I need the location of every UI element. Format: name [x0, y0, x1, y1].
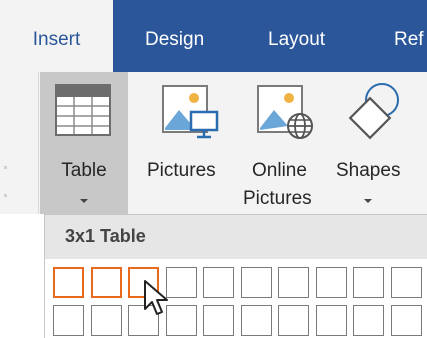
insert-table-dropdown: 3x1 Table	[44, 214, 427, 338]
shapes-icon	[348, 83, 399, 140]
faint-mark	[4, 194, 7, 197]
table-icon	[55, 84, 111, 136]
pictures-icon	[162, 85, 219, 139]
ribbon-panel: Table Pictures Online Pictures Shapes	[0, 72, 427, 214]
shapes-button[interactable]: Shapes	[336, 72, 416, 214]
online-pictures-label-line1: Online	[252, 160, 307, 181]
table-grid-cell[interactable]	[90, 304, 122, 336]
table-grid-cell[interactable]	[90, 267, 122, 298]
tab-references[interactable]: Ref	[394, 0, 424, 72]
pictures-button[interactable]: Pictures	[145, 72, 237, 214]
table-size-title: 3x1 Table	[65, 226, 146, 246]
table-grid-cell[interactable]	[240, 267, 272, 298]
group-divider	[38, 72, 39, 214]
tab-layout[interactable]: Layout	[268, 0, 325, 72]
online-pictures-button[interactable]: Online Pictures	[243, 72, 338, 214]
table-grid-cell[interactable]	[315, 267, 347, 298]
ribbon-tab-bar: Insert Design Layout Ref	[0, 0, 427, 72]
tab-design[interactable]: Design	[145, 0, 204, 72]
table-grid-cell[interactable]	[390, 304, 422, 336]
table-grid-cell[interactable]	[353, 304, 384, 336]
table-grid-cell[interactable]	[353, 267, 384, 298]
table-grid-cell[interactable]	[203, 304, 234, 336]
table-label: Table	[61, 160, 107, 181]
ribbon-left-edge	[0, 72, 12, 214]
table-grid-cell[interactable]	[315, 304, 347, 336]
online-pictures-label-line2: Pictures	[243, 188, 312, 209]
chevron-down-icon	[80, 199, 88, 203]
table-grid-cell[interactable]	[240, 304, 272, 336]
pictures-label: Pictures	[147, 160, 216, 181]
table-grid-cell[interactable]	[203, 267, 234, 298]
table-grid-cell[interactable]	[278, 304, 309, 336]
mouse-cursor-icon	[144, 280, 168, 315]
table-button[interactable]: Table	[40, 72, 128, 214]
table-grid-cell[interactable]	[53, 267, 84, 298]
table-grid-cell[interactable]	[278, 267, 309, 298]
faint-mark	[4, 166, 7, 169]
dropdown-header: 3x1 Table	[45, 215, 427, 259]
tab-insert[interactable]: Insert	[0, 0, 113, 72]
chevron-down-icon	[364, 199, 372, 203]
shapes-label: Shapes	[336, 160, 401, 181]
table-grid-cell[interactable]	[53, 304, 84, 336]
online-pictures-icon	[257, 85, 313, 139]
table-grid-cell[interactable]	[390, 267, 422, 298]
